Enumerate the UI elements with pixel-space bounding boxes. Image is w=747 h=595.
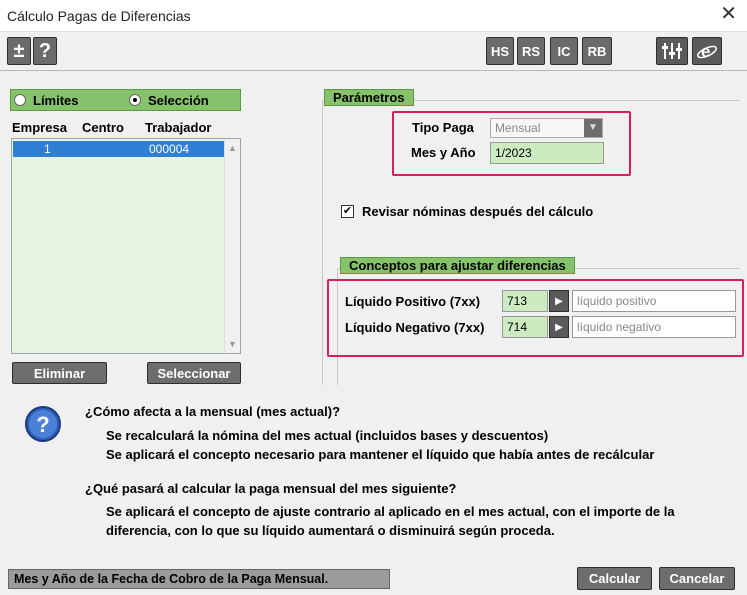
mes-anio-input[interactable]: 1/2023 bbox=[490, 142, 604, 164]
window-title: Cálculo Pagas de Diferencias bbox=[7, 8, 191, 24]
hs-button[interactable]: HS bbox=[486, 37, 514, 65]
positive-code-input[interactable]: 713 bbox=[502, 290, 548, 312]
revisar-label: Revisar nóminas después del cálculo bbox=[362, 204, 594, 219]
list-scrollbar[interactable]: ▲ ▼ bbox=[224, 139, 240, 353]
internet-explorer-icon: e bbox=[697, 42, 717, 61]
radio-selection[interactable] bbox=[129, 94, 141, 106]
info-q1-line-1: Se recalculará la nómina del mes actual … bbox=[106, 428, 549, 443]
negative-code-input[interactable]: 714 bbox=[502, 316, 548, 338]
help-icon: ? bbox=[38, 39, 52, 62]
svg-text:?: ? bbox=[36, 412, 49, 437]
concepts-group-title: Conceptos para ajustar diferencias bbox=[340, 257, 575, 274]
mes-anio-label: Mes y Año bbox=[411, 145, 476, 160]
browser-button[interactable]: e bbox=[692, 37, 722, 65]
tipo-paga-select[interactable]: Mensual ▼ bbox=[490, 118, 603, 138]
toolbar-separator bbox=[0, 70, 747, 71]
rb-button[interactable]: RB bbox=[582, 37, 612, 65]
status-bar: Mes y Año de la Fecha de Cobro de la Pag… bbox=[8, 569, 390, 589]
rs-button[interactable]: RS bbox=[517, 37, 545, 65]
radio-selection-label: Selección bbox=[148, 93, 209, 108]
table-row[interactable]: 1 000004 bbox=[13, 141, 224, 157]
calculate-button[interactable]: Calcular bbox=[577, 567, 652, 590]
column-header-trabajador: Trabajador bbox=[145, 120, 212, 135]
remove-button[interactable]: Eliminar bbox=[12, 362, 107, 384]
revisar-checkbox[interactable]: ✔ bbox=[341, 205, 354, 218]
info-q1-line-2: Se aplicará el concepto necesario para m… bbox=[106, 447, 655, 462]
info-question-1: ¿Cómo afecta a la mensual (mes actual)? bbox=[85, 404, 341, 419]
ic-button[interactable]: IC bbox=[550, 37, 578, 65]
cell-empresa: 1 bbox=[44, 142, 51, 156]
positive-label: Líquido Positivo (7xx) bbox=[345, 294, 481, 309]
positive-desc-field: líquido positivo bbox=[572, 290, 736, 312]
radio-limits[interactable] bbox=[14, 94, 26, 106]
plus-minus-icon: ± bbox=[13, 39, 25, 62]
selection-mode-bar: Límites Selección bbox=[10, 89, 241, 111]
parameters-group-title: Parámetros bbox=[324, 89, 414, 106]
close-icon[interactable]: ✕ bbox=[720, 4, 737, 24]
scroll-down-icon[interactable]: ▼ bbox=[228, 339, 237, 349]
chevron-down-icon[interactable]: ▼ bbox=[584, 119, 602, 137]
info-q2-line-1: Se aplicará el concepto de ajuste contra… bbox=[106, 504, 675, 519]
cancel-button[interactable]: Cancelar bbox=[659, 567, 735, 590]
tipo-paga-label: Tipo Paga bbox=[412, 120, 474, 135]
settings-button[interactable] bbox=[656, 37, 688, 65]
positive-lookup-button[interactable]: ▶ bbox=[549, 290, 569, 312]
scroll-up-icon[interactable]: ▲ bbox=[228, 143, 237, 153]
sliders-icon bbox=[662, 43, 682, 59]
column-header-empresa: Empresa bbox=[12, 120, 67, 135]
negative-label: Líquido Negativo (7xx) bbox=[345, 320, 485, 335]
column-header-centro: Centro bbox=[82, 120, 124, 135]
arrow-right-icon: ▶ bbox=[555, 295, 563, 307]
radio-limits-label: Límites bbox=[33, 93, 79, 108]
tipo-paga-value: Mensual bbox=[495, 121, 541, 135]
dialog-body: ± ? HS RS IC RB e Límites Selección Empr… bbox=[0, 32, 747, 595]
help-button[interactable]: ? bbox=[33, 37, 57, 65]
select-button[interactable]: Seleccionar bbox=[147, 362, 241, 384]
arrow-right-icon: ▶ bbox=[555, 321, 563, 333]
cell-trabajador: 000004 bbox=[149, 142, 190, 156]
negative-lookup-button[interactable]: ▶ bbox=[549, 316, 569, 338]
worker-list[interactable]: 1 000004 ▲ ▼ bbox=[11, 138, 241, 354]
info-q2-line-2: diferencia, con lo que su líquido aument… bbox=[106, 523, 555, 538]
svg-text:e: e bbox=[701, 42, 710, 61]
plus-minus-button[interactable]: ± bbox=[7, 37, 31, 65]
negative-desc-field: líquido negativo bbox=[572, 316, 736, 338]
info-question-2: ¿Qué pasará al calcular la paga mensual … bbox=[85, 481, 457, 496]
question-icon: ? bbox=[25, 406, 61, 442]
title-bar: Cálculo Pagas de Diferencias ✕ bbox=[0, 0, 747, 32]
